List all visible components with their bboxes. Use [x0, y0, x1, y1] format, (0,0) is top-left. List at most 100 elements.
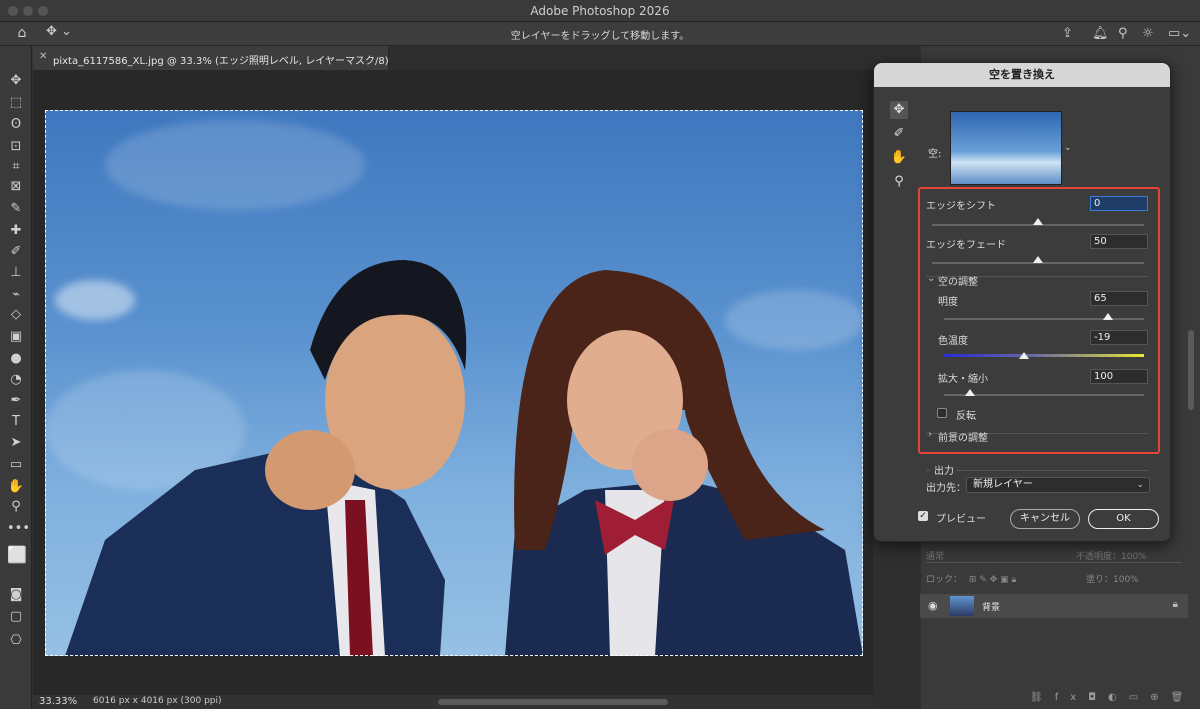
lock-icons[interactable]: ⊞ ✎ ✥ ▣ 🔒︎: [969, 575, 1016, 585]
layer-name: 背景: [982, 603, 1001, 613]
type-tool-icon[interactable]: T: [7, 413, 25, 431]
history-brush-icon[interactable]: ⌁: [7, 286, 25, 304]
hand-tool-icon[interactable]: ✋: [890, 149, 908, 167]
lock-icon[interactable]: 🔒︎: [1173, 599, 1178, 610]
object-select-tool-icon[interactable]: ⊡: [7, 138, 25, 156]
blend-mode-row[interactable]: 通常 不透明度：100%: [926, 549, 1182, 563]
eyedropper-tool-icon[interactable]: ✎: [7, 200, 25, 218]
document-tab-title: pixta_6117586_XL.jpg @ 33.3% (エッジ照明レベル, …: [53, 56, 389, 67]
options-hint: 空レイヤーをドラッグして移動します。: [510, 31, 690, 42]
path-select-tool-icon[interactable]: ➤: [7, 434, 25, 452]
highlight-box: [918, 187, 1160, 454]
scale-label: 拡大・縮小: [938, 374, 988, 385]
title-bar: Adobe Photoshop 2026: [0, 0, 1200, 22]
marquee-tool-icon[interactable]: ⬚: [7, 94, 25, 112]
crop-tool-icon[interactable]: ⌗: [7, 158, 25, 176]
foreground-adjust-header[interactable]: 前景の調整: [938, 429, 988, 444]
sky-preset-thumbnail[interactable]: [950, 111, 1062, 185]
selection-marquee: [45, 110, 863, 656]
lock-label: ロック：: [926, 575, 963, 585]
color-swatches-icon[interactable]: ⬜: [7, 546, 27, 564]
more-tools-icon[interactable]: •••: [7, 520, 30, 538]
color-temperature-slider[interactable]: [944, 354, 1144, 357]
edge-shift-slider-thumb[interactable]: [1033, 218, 1043, 225]
brightness-slider[interactable]: [944, 318, 1144, 320]
quick-mask-icon[interactable]: ◙: [7, 586, 25, 604]
pen-tool-icon[interactable]: ✒: [7, 392, 25, 410]
dialog-title: 空を置き換え: [874, 63, 1170, 87]
brush-tool-icon[interactable]: ✐: [7, 243, 25, 261]
healing-brush-icon[interactable]: ✚: [7, 222, 25, 240]
sky-label: 空:: [928, 149, 942, 160]
fill-field[interactable]: 塗り：100%: [1086, 572, 1139, 585]
zoom-level[interactable]: 33.33%: [39, 696, 77, 707]
hand-tool-icon[interactable]: ✋: [7, 478, 25, 496]
lightbulb-icon[interactable]: ☼: [1142, 26, 1154, 41]
chevron-down-icon: ⌄: [1136, 480, 1144, 490]
blend-mode-select[interactable]: 通常: [926, 552, 944, 562]
brightness-input[interactable]: 65: [1090, 291, 1148, 306]
tools-panel: ✥ ⬚ ʘ ⊡ ⌗ ⊠ ✎ ✚ ✐ ⊥ ⌁ ◇ ▣ ● ◔ ✒ T ➤ ▭ ✋ …: [0, 46, 32, 709]
flip-checkbox[interactable]: [937, 408, 947, 418]
document-tab[interactable]: ✕ pixta_6117586_XL.jpg @ 33.3% (エッジ照明レベル…: [33, 46, 389, 70]
chevron-right-icon[interactable]: ›: [928, 429, 932, 440]
frame-tool-icon[interactable]: ⊠: [7, 178, 25, 196]
gradient-tool-icon[interactable]: ▣: [7, 328, 25, 346]
color-temperature-slider-thumb[interactable]: [1019, 352, 1029, 359]
section-divider: [956, 470, 1148, 471]
output-destination-select[interactable]: 新規レイヤー ⌄: [966, 477, 1150, 493]
document-info[interactable]: 6016 px x 4016 px (300 ppi): [93, 696, 222, 706]
bell-icon[interactable]: 🔔︎: [1092, 26, 1109, 41]
sky-move-tool-icon[interactable]: ✥: [890, 101, 908, 119]
zoom-tool-icon[interactable]: ⚲: [890, 173, 908, 191]
scale-input[interactable]: 100: [1090, 369, 1148, 384]
lasso-tool-icon[interactable]: ʘ: [7, 116, 25, 134]
brightness-label: 明度: [938, 297, 958, 308]
share-icon[interactable]: ⇪: [1062, 26, 1073, 41]
section-divider: [926, 470, 930, 471]
stamp-tool-icon[interactable]: ⊥: [7, 264, 25, 282]
edge-fade-label: エッジをフェード: [926, 240, 1006, 251]
color-temperature-input[interactable]: -19: [1090, 330, 1148, 345]
chevron-down-icon[interactable]: ⌄: [1064, 143, 1072, 153]
chevron-down-icon[interactable]: ⌄: [927, 273, 935, 284]
edge-fade-input[interactable]: 50: [1090, 234, 1148, 249]
close-tab-icon[interactable]: ✕: [39, 51, 47, 62]
canvas-area[interactable]: [33, 70, 873, 694]
status-bar: 33.33% 6016 px x 4016 px (300 ppi): [33, 694, 873, 709]
edge-fade-slider-thumb[interactable]: [1033, 256, 1043, 263]
shape-tool-icon[interactable]: ▭: [7, 456, 25, 474]
eye-icon[interactable]: ◉: [928, 599, 938, 612]
workspace-icon[interactable]: ▭⌄: [1168, 26, 1191, 41]
document-image[interactable]: [45, 110, 863, 656]
options-bar: ⌂ ✥ ⌄ 空レイヤーをドラッグして移動します。 ⇪ 🔔︎ ⚲ ☼ ▭⌄: [0, 22, 1200, 46]
zoom-tool-icon[interactable]: ⚲: [7, 498, 25, 516]
sky-picker: 空: ⌄: [920, 101, 1160, 185]
eraser-tool-icon[interactable]: ◇: [7, 306, 25, 324]
sky-brush-tool-icon[interactable]: ✐: [890, 125, 908, 143]
move-tool-icon[interactable]: ✥: [7, 72, 25, 90]
screen-mode-icon[interactable]: ▢: [7, 608, 25, 626]
sky-adjust-header[interactable]: 空の調整: [938, 273, 978, 288]
tab-strip: [389, 46, 873, 70]
brightness-slider-thumb[interactable]: [1103, 313, 1113, 320]
layer-row-background[interactable]: ◉ 背景 🔒︎: [920, 594, 1188, 618]
cancel-button[interactable]: キャンセル: [1010, 509, 1080, 529]
blur-tool-icon[interactable]: ●: [7, 350, 25, 368]
ok-button[interactable]: OK: [1088, 509, 1159, 529]
horizontal-scrollbar[interactable]: [438, 699, 668, 705]
preview-checkbox[interactable]: ✓: [918, 511, 928, 521]
share-document-icon[interactable]: ⎔: [7, 632, 25, 650]
lock-row: ロック： ⊞ ✎ ✥ ▣ 🔒︎ 塗り：100%: [926, 572, 1139, 585]
flip-label: 反転: [956, 411, 976, 422]
opacity-field[interactable]: 不透明度：100%: [1076, 549, 1147, 562]
layers-footer-icons[interactable]: ⛓fx◘◐▭⊕🗑︎: [1030, 692, 1195, 703]
scale-slider-thumb[interactable]: [965, 389, 975, 396]
edge-shift-input[interactable]: 0: [1090, 196, 1148, 211]
search-icon[interactable]: ⚲: [1118, 26, 1128, 41]
output-destination-value: 新規レイヤー: [973, 479, 1033, 490]
output-destination-label: 出力先：: [926, 483, 966, 494]
preview-label: プレビュー: [936, 514, 986, 525]
dodge-tool-icon[interactable]: ◔: [7, 371, 25, 389]
panel-scrollbar[interactable]: [1188, 330, 1194, 410]
